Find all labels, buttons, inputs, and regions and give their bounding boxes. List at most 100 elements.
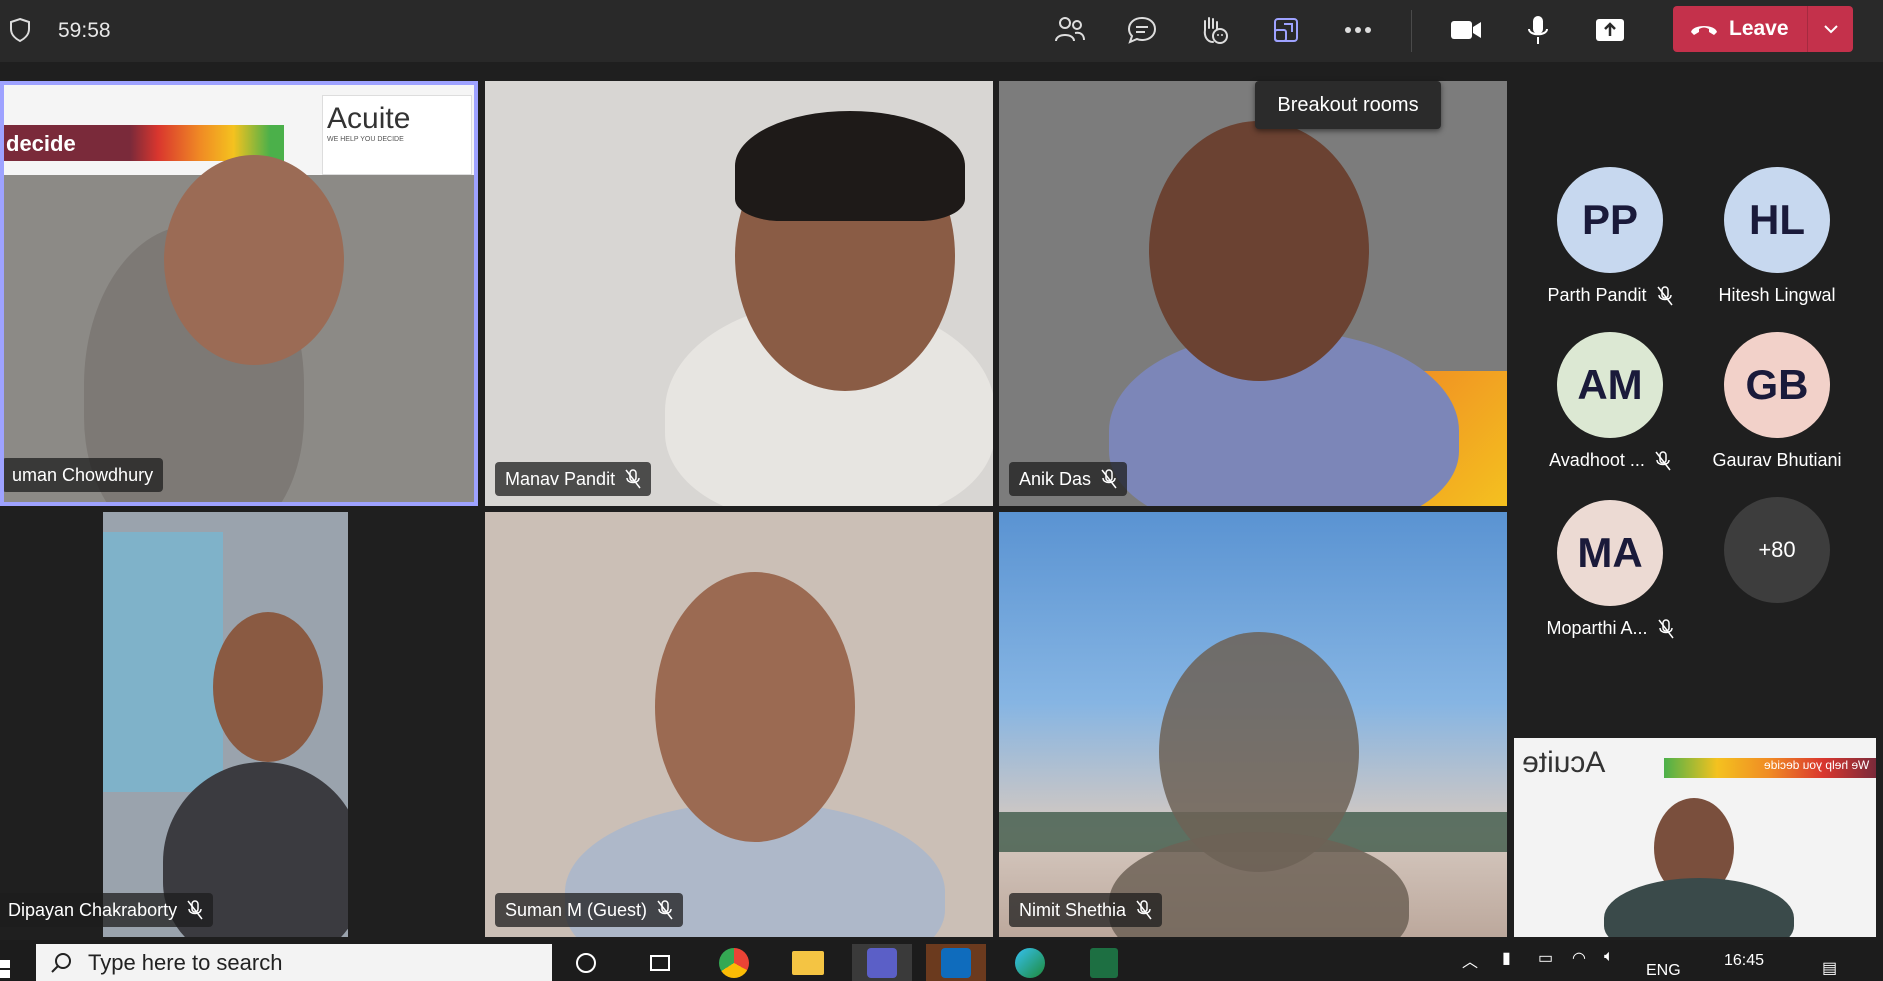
participant-hair [735,111,965,221]
chrome-icon [719,947,749,978]
participant-face [213,612,323,762]
participant-name-tag: Manav Pandit [495,462,652,496]
participant-name: uman Chowdhury [12,464,154,485]
participant-name: Hitesh Lingwal [1718,285,1836,305]
task-view-icon [650,954,670,971]
participant-name: Anik Das [1019,468,1092,489]
share-icon [1596,19,1624,41]
participant-name: Moparthi A... [1546,618,1648,638]
video-tile[interactable]: Anik Das [999,81,1507,506]
tray-chevron-icon[interactable]: ︿ [1462,948,1478,972]
language-indicator[interactable]: ENG [1646,962,1681,980]
mic-off-icon [657,900,673,920]
leave-options-button[interactable] [1808,6,1853,52]
camera-icon [1451,21,1481,39]
participant-name-tag: uman Chowdhury [4,458,164,492]
more-button[interactable] [1336,12,1380,48]
participant-name: Manav Pandit [505,468,616,489]
mic-tray-icon[interactable]: ▮ [1502,948,1511,968]
volume-icon[interactable]: 🔈︎ [1604,948,1614,966]
roster-name-row: Avadhoot ... [1535,450,1685,471]
participant-name: Avadhoot ... [1549,450,1645,470]
cortana-button[interactable] [556,944,616,981]
avatar: MA [1557,500,1663,606]
roster-name-row: Gaurav Bhutiani [1702,450,1852,471]
chat-button[interactable] [1120,12,1164,48]
excel-button[interactable] [1074,944,1134,981]
folder-icon [792,950,824,975]
avatar: GB [1724,332,1830,438]
roster-participant[interactable]: AM Avadhoot ... [1535,332,1685,471]
video-tile[interactable]: Suman M (Guest) [485,512,993,937]
reactions-button[interactable] [1192,12,1236,48]
slide-text: We help you decide [1764,758,1870,772]
meeting-timer: 59:58 [58,19,111,42]
participant-face [655,572,855,842]
wifi-icon[interactable]: ◠ [1572,948,1586,968]
mic-icon [1528,16,1548,44]
mic-off-icon [625,469,641,489]
search-icon [51,952,71,973]
chrome-button[interactable] [704,944,764,981]
background-curtain [103,532,223,792]
acuite-logo: Acuite WE HELP YOU DECIDE [322,95,472,175]
acuite-logo-mirror: Acuite [1522,746,1606,779]
edge-button[interactable] [1000,944,1060,981]
participant-video [103,512,348,937]
clock[interactable]: 16:45 [1724,952,1764,970]
file-explorer-button[interactable] [778,944,838,981]
teams-button[interactable] [852,944,912,981]
outlook-button[interactable] [926,944,986,981]
search-placeholder: Type here to search [88,949,283,975]
excel-icon [1090,947,1118,978]
participant-name: Dipayan Chakraborty [8,899,178,920]
mic-button[interactable] [1516,12,1560,48]
roster-name-row: Moparthi A... [1535,618,1685,639]
overflow-count: +80 [1724,497,1830,603]
participant-name: Nimit Shethia [1019,899,1127,920]
acuite-tagline: WE HELP YOU DECIDE [327,136,404,143]
roster-participant[interactable]: MA Moparthi A... [1535,500,1685,639]
toolbar-divider [1411,10,1412,52]
outlook-icon [941,947,971,978]
leave-button[interactable]: Leave [1673,6,1853,52]
acuite-logo-text: Acuite [327,102,411,135]
people-button[interactable] [1048,12,1092,48]
roster-participant[interactable]: GB Gaurav Bhutiani [1702,332,1852,471]
video-tile[interactable]: decide Acuite WE HELP YOU DECIDE uman Ch… [0,81,478,506]
participant-name-tag: Suman M (Guest) [495,893,684,927]
mic-off-icon [1656,285,1673,305]
video-tile[interactable]: Dipayan Chakraborty [0,512,478,937]
mic-off-icon [1657,618,1674,638]
more-participants-button[interactable]: +80 [1702,497,1852,603]
roster-participant[interactable]: HL Hitesh Lingwal [1702,167,1852,306]
teams-icon [867,947,897,978]
participant-name: Suman M (Guest) [505,899,648,920]
meeting-toolbar: 59:58 Leave [0,0,1883,62]
shield-icon [10,17,30,43]
people-icon [1055,17,1085,42]
avatar: AM [1557,332,1663,438]
avatar: PP [1557,167,1663,273]
roster-participant[interactable]: PP Parth Pandit [1535,167,1685,306]
breakout-rooms-button[interactable] [1264,12,1308,48]
task-view-button[interactable] [630,944,690,981]
mic-off-icon [1101,469,1117,489]
share-button[interactable] [1588,12,1632,48]
camera-button[interactable] [1444,12,1488,48]
mic-off-icon [1655,450,1671,470]
participant-name-tag: Dipayan Chakraborty [0,893,214,927]
cortana-icon [576,952,596,973]
self-view[interactable]: We help you decide Acuite [1514,738,1876,937]
battery-icon[interactable]: ▭ [1538,948,1553,968]
video-tile[interactable]: Manav Pandit [485,81,993,506]
video-tile[interactable]: Nimit Shethia [999,512,1507,937]
windows-taskbar: Type here to search ︿ ▮ ▭ ◠ 🔈︎ ENG 16:45… [0,940,1883,981]
more-icon [1345,27,1371,33]
participant-name-tag: Nimit Shethia [1009,893,1163,927]
notifications-icon[interactable]: ▤ [1822,958,1837,978]
leave-main[interactable]: Leave [1673,6,1807,52]
roster-name-row: Hitesh Lingwal [1702,285,1852,306]
taskbar-search[interactable]: Type here to search [36,944,552,981]
windows-start-icon[interactable] [0,960,12,978]
